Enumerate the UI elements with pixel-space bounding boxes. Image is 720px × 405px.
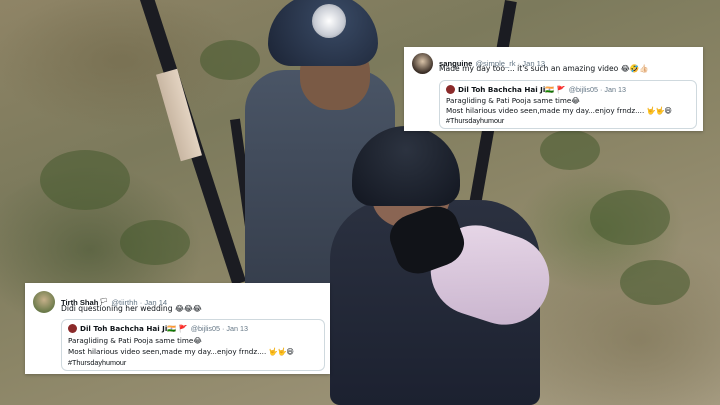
avatar[interactable] <box>412 53 433 74</box>
quoted-tweet[interactable]: Dil Toh Bachcha Hai Ji🇮🇳 🚩 @bijlis05 · J… <box>61 319 325 371</box>
tweet-text: Made my day too ... it's such an amazing… <box>439 64 649 73</box>
author-name: Dil Toh Bachcha Hai Ji🇮🇳 🚩 <box>458 85 566 94</box>
quoted-text-line-2: Most hilarious video seen,made my day...… <box>446 106 672 115</box>
quoted-tweet[interactable]: Dil Toh Bachcha Hai Ji🇮🇳 🚩 @bijlis05 · J… <box>439 80 697 129</box>
hashtag-link[interactable]: #Thursdayhumour <box>68 358 126 367</box>
tweet-text: Didi questioning her wedding 😂😂😂 <box>61 304 202 313</box>
avatar <box>446 85 455 94</box>
avatar[interactable] <box>33 291 55 313</box>
avatar <box>68 324 77 333</box>
tweet-card-bottom[interactable]: Tirth Shah 🏳 @tiirthh · Jan 14 Didi ques… <box>25 283 330 374</box>
quoted-text-line-1: Paragliding & Pati Pooja same time😂 <box>446 96 580 105</box>
author-handle: @bijlis05 · Jan 13 <box>568 85 626 94</box>
hashtag-link[interactable]: #Thursdayhumour <box>446 116 504 125</box>
quoted-tweet-header: Dil Toh Bachcha Hai Ji🇮🇳 🚩 @bijlis05 · J… <box>446 85 626 94</box>
quoted-text-line-1: Paragliding & Pati Pooja same time😂 <box>68 336 202 345</box>
author-name: Dil Toh Bachcha Hai Ji🇮🇳 🚩 <box>80 324 188 333</box>
author-handle: @bijlis05 · Jan 13 <box>190 324 248 333</box>
tweet-card-top[interactable]: sanguine @simple_rk · Jan 13 Made my day… <box>404 47 703 131</box>
quoted-text-line-2: Most hilarious video seen,made my day...… <box>68 347 294 356</box>
quoted-tweet-header: Dil Toh Bachcha Hai Ji🇮🇳 🚩 @bijlis05 · J… <box>68 324 248 333</box>
